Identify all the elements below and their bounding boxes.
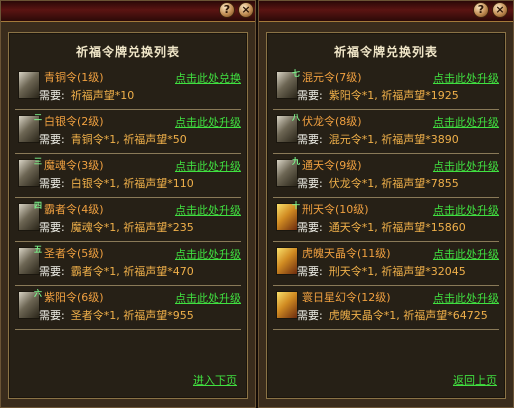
need-value: 霸者令*1, 祈福声望*470 (70, 265, 194, 278)
item-name: 刑天令(10级) (302, 203, 369, 216)
need-label: 需要: (297, 309, 323, 322)
upgrade-link[interactable]: 点击此处升级 (433, 246, 499, 262)
exchange-panel-left: ? × 祈福令牌兑换列表 青铜令(1级) 点击此处兑换 需要: 祈福声望*10 二… (0, 0, 256, 408)
item-requirement: 需要: 霸者令*1, 祈福声望*470 (39, 263, 194, 279)
need-value: 魔魂令*1, 祈福声望*235 (70, 221, 194, 234)
purple-sun-token-icon: 六 (18, 289, 42, 319)
need-label: 需要: (39, 89, 65, 102)
list-item: 二 白银令(2级) 点击此处升级 需要: 青铜令*1, 祈福声望*50 (15, 111, 241, 154)
upgrade-link[interactable]: 点击此处升级 (433, 290, 499, 306)
need-label: 需要: (39, 133, 65, 146)
silver-token-icon: 二 (18, 113, 42, 143)
item-requirement: 需要: 混元令*1, 祈福声望*3890 (297, 131, 459, 147)
need-value: 祈福声望*10 (70, 89, 135, 102)
list-frame: 祈福令牌兑换列表 青铜令(1级) 点击此处兑换 需要: 祈福声望*10 二 白银令… (8, 32, 248, 399)
title-bar: ? × (1, 1, 255, 22)
upgrade-link[interactable]: 点击此处升级 (433, 202, 499, 218)
list-item: 八 伏龙令(8级) 点击此处升级 需要: 混元令*1, 祈福声望*3890 (273, 111, 499, 154)
dragon-subduer-token-icon: 八 (276, 113, 300, 143)
item-name: 霸者令(4级) (44, 203, 104, 216)
need-label: 需要: (39, 265, 65, 278)
help-button[interactable]: ? (473, 2, 489, 18)
item-requirement: 需要: 伏龙令*1, 祈福声望*7855 (297, 175, 459, 191)
item-requirement: 需要: 祈福声望*10 (39, 87, 134, 103)
need-label: 需要: (39, 177, 65, 190)
need-value: 混元令*1, 祈福声望*3890 (328, 133, 459, 146)
need-label: 需要: (39, 221, 65, 234)
need-value: 伏龙令*1, 祈福声望*7855 (328, 177, 459, 190)
upgrade-link[interactable]: 点击此处升级 (175, 246, 241, 262)
item-name: 紫阳令(6级) (44, 291, 104, 304)
saint-token-icon: 五 (18, 245, 42, 275)
list-item: 四 霸者令(4级) 点击此处升级 需要: 魔魂令*1, 祈福声望*235 (15, 199, 241, 242)
sun-star-token-icon (276, 291, 298, 319)
list-frame: 祈福令牌兑换列表 七 混元令(7级) 点击此处升级 需要: 紫阳令*1, 祈福声望… (266, 32, 506, 399)
item-name: 通天令(9级) (302, 159, 362, 172)
item-name: 伏龙令(8级) (302, 115, 362, 128)
need-label: 需要: (297, 221, 323, 234)
list-item: 九 通天令(9级) 点击此处升级 需要: 伏龙令*1, 祈福声望*7855 (273, 155, 499, 198)
previous-page-link[interactable]: 返回上页 (453, 372, 497, 388)
heaven-reach-token-icon: 九 (276, 157, 300, 187)
demon-soul-token-icon: 三 (18, 157, 42, 187)
need-value: 通天令*1, 祈福声望*15860 (328, 221, 466, 234)
item-requirement: 需要: 魔魂令*1, 祈福声望*235 (39, 219, 194, 235)
item-requirement: 需要: 紫阳令*1, 祈福声望*1925 (297, 87, 459, 103)
upgrade-link[interactable]: 点击此处升级 (433, 114, 499, 130)
need-value: 青铜令*1, 祈福声望*50 (70, 133, 187, 146)
item-name: 圣者令(5级) (44, 247, 104, 260)
upgrade-link[interactable]: 点击此处升级 (175, 114, 241, 130)
upgrade-link[interactable]: 点击此处升级 (175, 158, 241, 174)
item-name: 青铜令(1级) (44, 71, 104, 84)
overlord-token-icon: 四 (18, 201, 42, 231)
list-item: 六 紫阳令(6级) 点击此处升级 需要: 圣者令*1, 祈福声望*955 (15, 287, 241, 330)
need-label: 需要: (297, 177, 323, 190)
chaos-origin-token-icon: 七 (276, 69, 300, 99)
list-item: 三 魔魂令(3级) 点击此处升级 需要: 白银令*1, 祈福声望*110 (15, 155, 241, 198)
bronze-token-icon (18, 71, 40, 99)
close-button[interactable]: × (492, 2, 508, 18)
item-requirement: 需要: 青铜令*1, 祈福声望*50 (39, 131, 187, 147)
need-label: 需要: (297, 265, 323, 278)
item-name: 寰日星幻令(12级) (302, 291, 391, 304)
item-name: 虎魄天晶令(11级) (302, 247, 391, 260)
item-requirement: 需要: 刑天令*1, 祈福声望*32045 (297, 263, 466, 279)
need-value: 白银令*1, 祈福声望*110 (70, 177, 194, 190)
upgrade-link[interactable]: 点击此处升级 (433, 158, 499, 174)
help-button[interactable]: ? (219, 2, 235, 18)
need-label: 需要: (297, 133, 323, 146)
close-button[interactable]: × (238, 2, 254, 18)
list-item: 十 刑天令(10级) 点击此处升级 需要: 通天令*1, 祈福声望*15860 (273, 199, 499, 242)
need-value: 刑天令*1, 祈福声望*32045 (328, 265, 466, 278)
upgrade-link[interactable]: 点击此处升级 (175, 202, 241, 218)
list-item: 寰日星幻令(12级) 点击此处升级 需要: 虎魄天晶令*1, 祈福声望*64725 (273, 287, 499, 330)
upgrade-link[interactable]: 点击此处升级 (433, 70, 499, 86)
item-requirement: 需要: 虎魄天晶令*1, 祈福声望*64725 (297, 307, 488, 323)
upgrade-link[interactable]: 点击此处升级 (175, 290, 241, 306)
next-page-link[interactable]: 进入下页 (193, 372, 237, 388)
item-name: 白银令(2级) (44, 115, 104, 128)
xingtian-token-icon: 十 (276, 201, 300, 231)
panel-heading: 祈福令牌兑换列表 (333, 45, 438, 59)
need-label: 需要: (39, 309, 65, 322)
item-name: 混元令(7级) (302, 71, 362, 84)
item-requirement: 需要: 通天令*1, 祈福声望*15860 (297, 219, 466, 235)
list-item: 青铜令(1级) 点击此处兑换 需要: 祈福声望*10 (15, 67, 241, 110)
need-label: 需要: (297, 89, 323, 102)
title-bar: ? × (259, 1, 513, 22)
list-item: 五 圣者令(5级) 点击此处升级 需要: 霸者令*1, 祈福声望*470 (15, 243, 241, 286)
need-value: 圣者令*1, 祈福声望*955 (70, 309, 194, 322)
list-item: 虎魄天晶令(11级) 点击此处升级 需要: 刑天令*1, 祈福声望*32045 (273, 243, 499, 286)
item-name: 魔魂令(3级) (44, 159, 104, 172)
panel-heading: 祈福令牌兑换列表 (75, 45, 180, 59)
exchange-link[interactable]: 点击此处兑换 (175, 70, 241, 86)
item-requirement: 需要: 白银令*1, 祈福声望*110 (39, 175, 194, 191)
need-value: 虎魄天晶令*1, 祈福声望*64725 (328, 309, 488, 322)
need-value: 紫阳令*1, 祈福声望*1925 (328, 89, 459, 102)
item-requirement: 需要: 圣者令*1, 祈福声望*955 (39, 307, 194, 323)
tiger-crystal-token-icon (276, 247, 298, 275)
list-item: 七 混元令(7级) 点击此处升级 需要: 紫阳令*1, 祈福声望*1925 (273, 67, 499, 110)
exchange-panel-right: ? × 祈福令牌兑换列表 七 混元令(7级) 点击此处升级 需要: 紫阳令*1, … (258, 0, 514, 408)
